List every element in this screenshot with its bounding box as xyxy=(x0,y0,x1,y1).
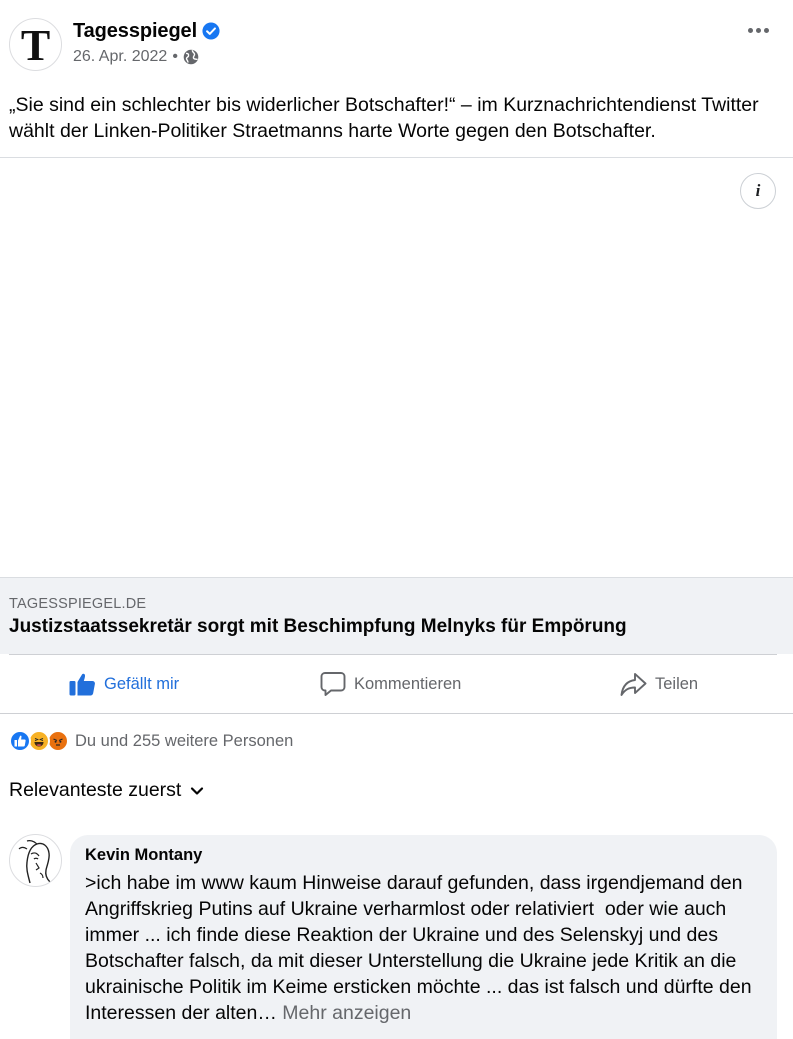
page-avatar[interactable]: T xyxy=(9,18,62,71)
post-meta: 26. Apr. 2022 • xyxy=(73,48,199,66)
share-arrow-icon xyxy=(620,672,647,696)
like-label: Gefällt mir xyxy=(104,674,180,693)
divider xyxy=(0,713,793,714)
reactions-text[interactable]: Du und 255 weitere Personen xyxy=(75,732,293,751)
globe-icon xyxy=(183,49,199,65)
page-name[interactable]: Tagesspiegel xyxy=(73,20,197,43)
share-label: Teilen xyxy=(655,674,699,693)
sort-label: Relevanteste zuerst xyxy=(9,779,182,801)
comment-bubble: Kevin Montany >ich habe im www kaum Hinw… xyxy=(70,835,777,1039)
haha-reaction-icon xyxy=(28,730,50,752)
speech-bubble-icon xyxy=(320,672,346,696)
angry-reaction-icon xyxy=(47,730,69,752)
verified-badge-icon xyxy=(202,22,220,40)
more-dot xyxy=(763,27,769,33)
post-date[interactable]: 26. Apr. 2022 xyxy=(73,48,167,66)
thumbs-up-icon xyxy=(69,673,95,696)
more-dot xyxy=(755,27,761,33)
comment-author[interactable]: Kevin Montany xyxy=(85,845,762,865)
like-button[interactable]: Gefällt mir xyxy=(69,655,179,713)
comment-button[interactable]: Kommentieren xyxy=(320,655,461,713)
comment-sort-dropdown[interactable]: Relevanteste zuerst xyxy=(9,779,204,802)
reactions-summary[interactable]: Du und 255 weitere Personen xyxy=(9,729,293,753)
link-domain: TAGESSPIEGEL.DE xyxy=(9,596,147,612)
see-more-link[interactable]: Mehr anzeigen xyxy=(282,1002,411,1024)
chevron-down-icon xyxy=(191,786,204,795)
like-reaction-icon xyxy=(9,730,31,752)
post-text: „Sie sind ein schlechter bis widerlicher… xyxy=(9,94,759,142)
comment-text: >ich habe im www kaum Hinweise darauf ge… xyxy=(85,870,762,1026)
post-header: T Tagesspiegel 26. Apr. 2022 • xyxy=(0,0,793,86)
info-icon[interactable]: i xyxy=(740,173,776,209)
post-actions: Gefällt mir Kommentieren Teilen xyxy=(0,655,793,713)
share-button[interactable]: Teilen xyxy=(620,655,698,713)
more-horizontal-icon xyxy=(747,27,753,33)
link-preview[interactable]: TAGESSPIEGEL.DE Justizstaatssekretär sor… xyxy=(0,577,793,654)
link-title[interactable]: Justizstaatssekretär sorgt mit Beschimpf… xyxy=(9,616,627,638)
comment-label: Kommentieren xyxy=(354,674,462,693)
post-menu-button[interactable] xyxy=(745,18,771,42)
meta-separator: • xyxy=(172,48,178,65)
link-preview-image[interactable] xyxy=(0,158,793,577)
comment-avatar[interactable] xyxy=(9,834,62,887)
comment-body: >ich habe im www kaum Hinweise darauf ge… xyxy=(85,872,757,1024)
